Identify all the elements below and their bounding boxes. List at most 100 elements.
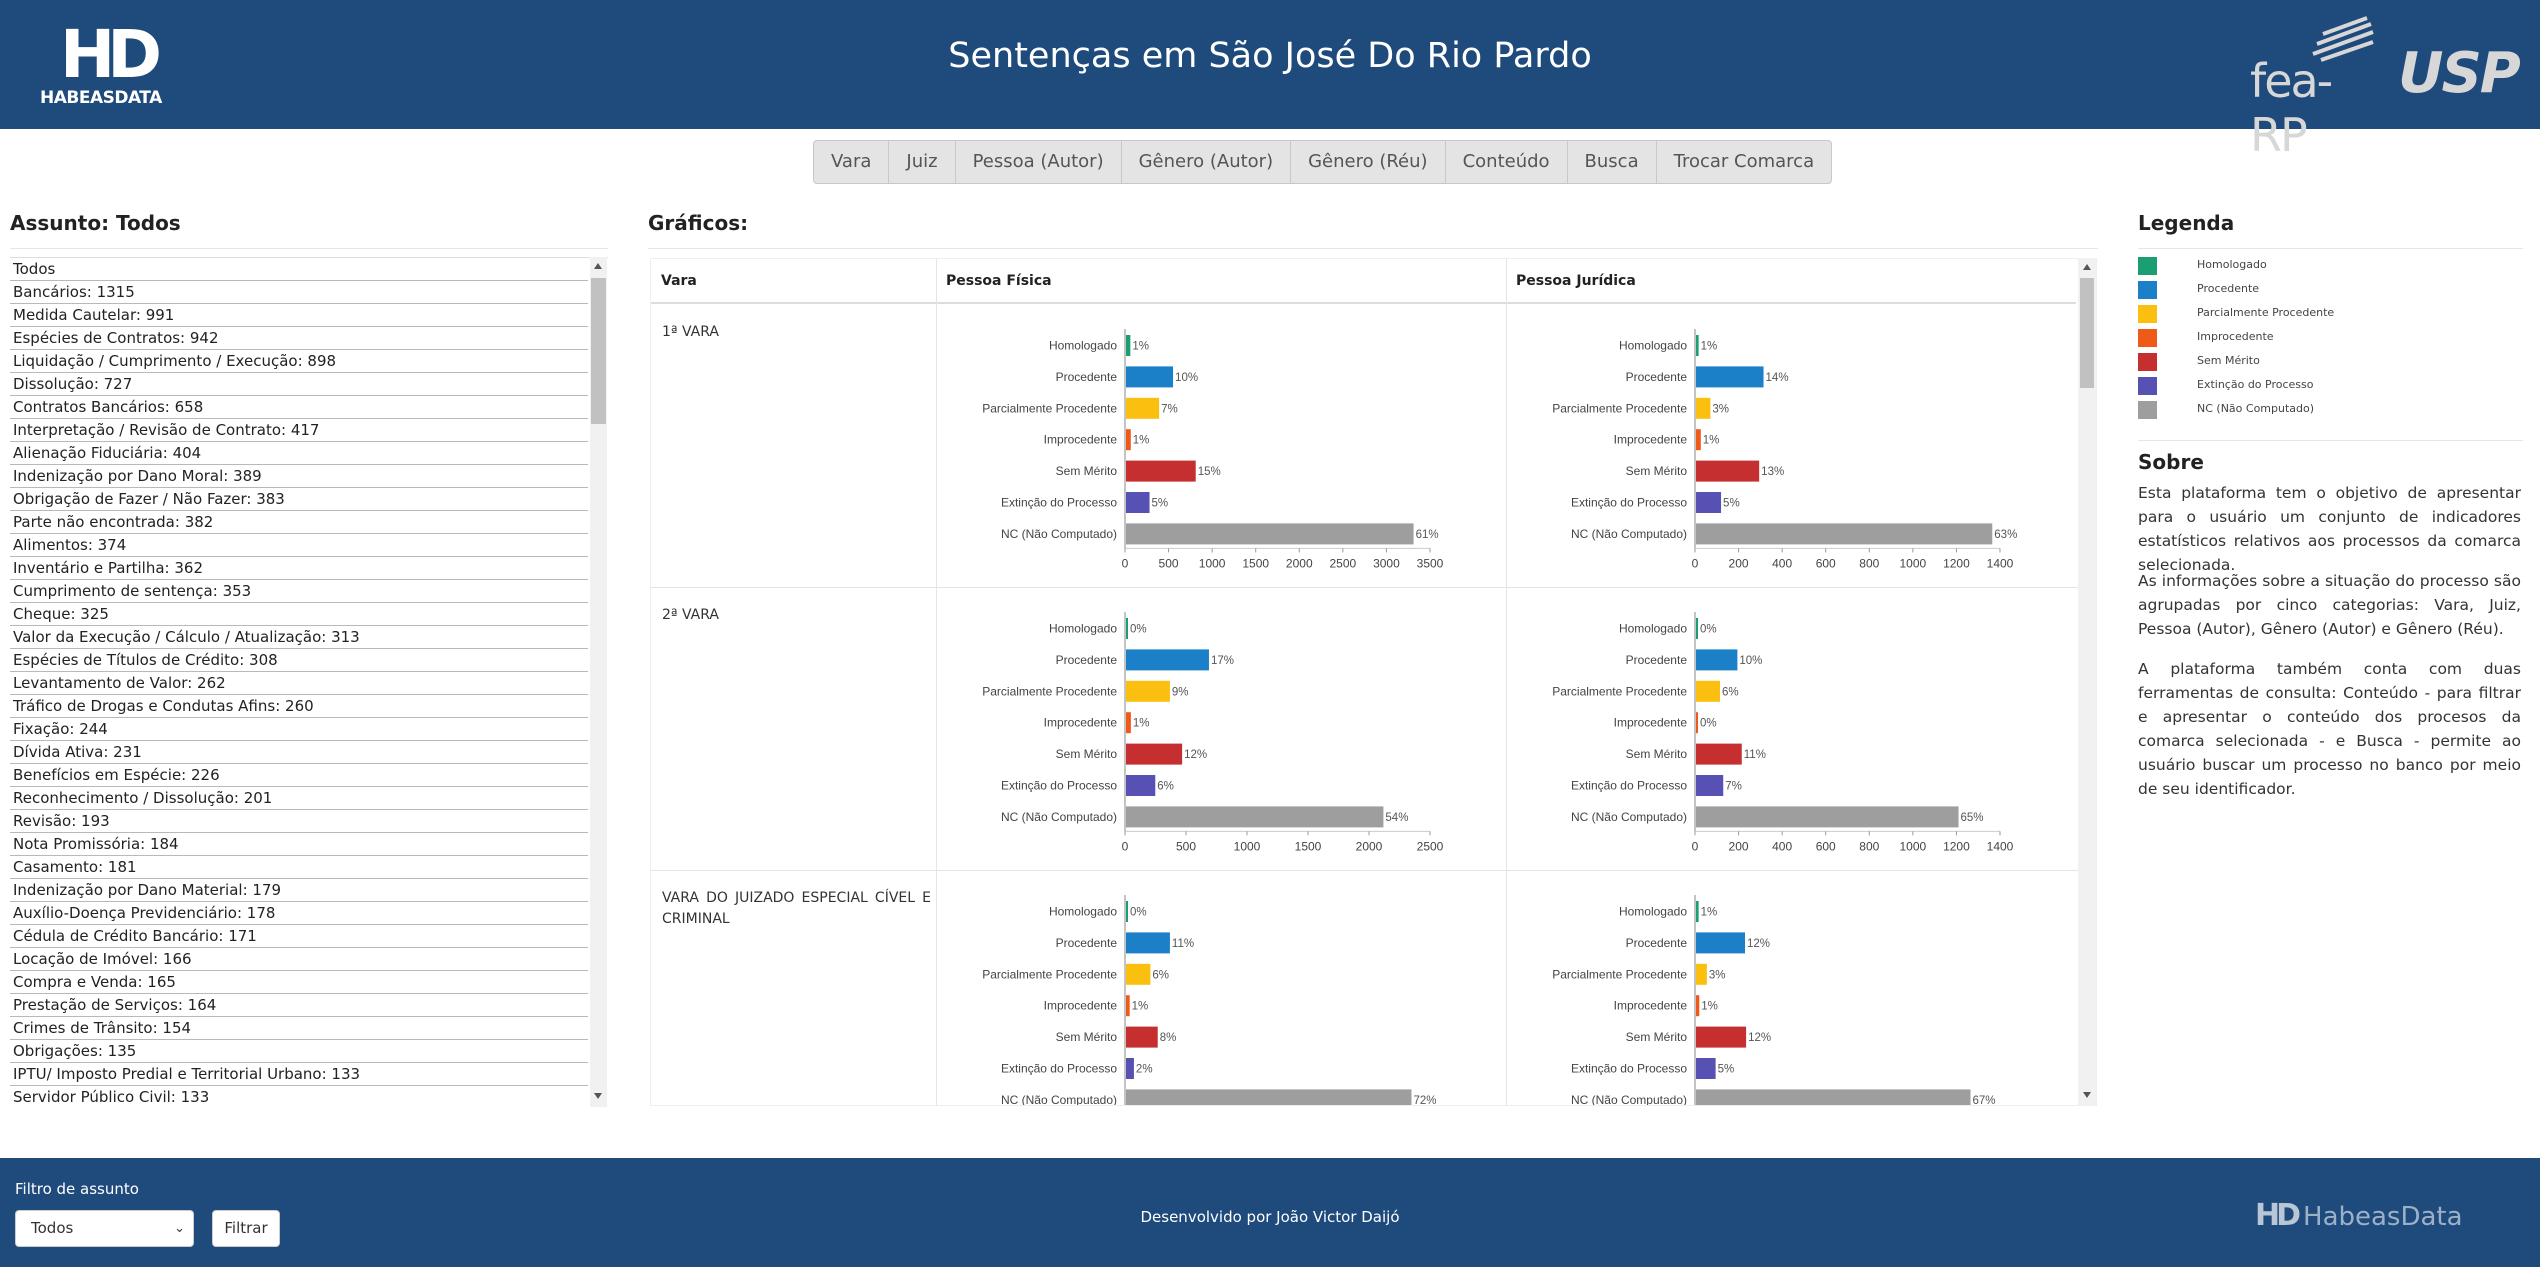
subject-list-item[interactable]: Compra e Venda: 165	[10, 971, 588, 994]
subject-list-item[interactable]: Locação de Imóvel: 166	[10, 948, 588, 971]
subject-list-item[interactable]: Todos	[10, 258, 588, 281]
nav-juiz[interactable]: Juiz	[889, 141, 956, 183]
subject-list-item[interactable]: Crimes de Trânsito: 154	[10, 1017, 588, 1040]
subject-list-item[interactable]: Tráfico de Drogas e Condutas Afins: 260	[10, 695, 588, 718]
bar[interactable]	[1696, 995, 1700, 1017]
bar[interactable]	[1696, 366, 1764, 388]
nav-busca[interactable]: Busca	[1568, 141, 1657, 183]
bar[interactable]	[1696, 523, 1993, 545]
subject-list-item[interactable]: Casamento: 181	[10, 856, 588, 879]
bar[interactable]	[1696, 743, 1742, 765]
subject-list-item[interactable]: IPTU/ Imposto Predial e Territorial Urba…	[10, 1063, 588, 1086]
subject-list-scroll-thumb[interactable]	[591, 278, 606, 424]
nav-trocar-comarca[interactable]: Trocar Comarca	[1657, 141, 1832, 183]
bar[interactable]	[1696, 335, 1699, 356]
bar[interactable]	[1126, 429, 1131, 451]
bar[interactable]	[1696, 1026, 1747, 1048]
nav-genero-reu[interactable]: Gênero (Réu)	[1291, 141, 1446, 183]
nav-conteudo[interactable]: Conteúdo	[1446, 141, 1568, 183]
category-label: NC (Não Computado)	[1001, 527, 1117, 541]
subject-list-item[interactable]: Servidor Público Civil: 133	[10, 1086, 588, 1107]
bar[interactable]	[1126, 995, 1130, 1017]
bar[interactable]	[1696, 429, 1701, 451]
category-label: Sem Mérito	[1626, 747, 1688, 761]
bar[interactable]	[1126, 492, 1150, 513]
subject-list-item[interactable]: Bancários: 1315	[10, 281, 588, 304]
bar[interactable]	[1696, 963, 1707, 985]
graphs-scrollbar[interactable]	[2078, 258, 2096, 1106]
bar[interactable]	[1126, 397, 1160, 419]
subject-list-item[interactable]: Prestação de Serviços: 164	[10, 994, 588, 1017]
bar[interactable]	[1126, 932, 1170, 954]
bar[interactable]	[1696, 680, 1720, 702]
subject-list-item[interactable]: Dissolução: 727	[10, 373, 588, 396]
bar[interactable]	[1126, 775, 1156, 796]
bar[interactable]	[1126, 901, 1128, 922]
bar[interactable]	[1696, 901, 1699, 922]
bar[interactable]	[1126, 680, 1170, 702]
subject-list-item[interactable]: Medida Cautelar: 991	[10, 304, 588, 327]
bar[interactable]	[1126, 335, 1131, 356]
subject-list-item[interactable]: Cheque: 325	[10, 603, 588, 626]
scroll-down-icon[interactable]	[594, 1093, 602, 1099]
subject-list-item[interactable]: Dívida Ativa: 231	[10, 741, 588, 764]
subject-list-item[interactable]: Levantamento de Valor: 262	[10, 672, 588, 695]
bar[interactable]	[1126, 523, 1414, 545]
scroll-up-icon[interactable]	[2083, 264, 2091, 270]
bar[interactable]	[1126, 743, 1183, 765]
nav-pessoa-autor[interactable]: Pessoa (Autor)	[956, 141, 1122, 183]
bar[interactable]	[1696, 1058, 1716, 1079]
bar[interactable]	[1126, 366, 1174, 388]
bar[interactable]	[1126, 963, 1151, 985]
bar[interactable]	[1696, 806, 1959, 828]
bar[interactable]	[1126, 806, 1384, 828]
subject-list-item[interactable]: Interpretação / Revisão de Contrato: 417	[10, 419, 588, 442]
bar[interactable]	[1696, 712, 1698, 734]
graphs-table[interactable]: Vara Pessoa Física Pessoa Jurídica 1ª VA…	[650, 258, 2097, 1106]
category-label: Homologado	[1049, 339, 1117, 353]
subject-list-item[interactable]: Revisão: 193	[10, 810, 588, 833]
bar[interactable]	[1126, 1058, 1134, 1079]
graphs-scroll-thumb[interactable]	[2080, 278, 2094, 388]
subject-list-item[interactable]: Espécies de Contratos: 942	[10, 327, 588, 350]
subject-list-item[interactable]: Parte não encontrada: 382	[10, 511, 588, 534]
subject-list-item[interactable]: Obrigação de Fazer / Não Fazer: 383	[10, 488, 588, 511]
subject-list-item[interactable]: Espécies de Títulos de Crédito: 308	[10, 649, 588, 672]
subject-list-item[interactable]: Contratos Bancários: 658	[10, 396, 588, 419]
bar[interactable]	[1696, 1089, 1971, 1106]
bar[interactable]	[1696, 397, 1711, 419]
nav-genero-autor[interactable]: Gênero (Autor)	[1122, 141, 1292, 183]
subject-list-item[interactable]: Auxílio-Doença Previdenciário: 178	[10, 902, 588, 925]
bar[interactable]	[1696, 649, 1738, 671]
bar[interactable]	[1696, 932, 1746, 954]
subject-list-item[interactable]: Nota Promissória: 184	[10, 833, 588, 856]
subject-list-item[interactable]: Alienação Fiduciária: 404	[10, 442, 588, 465]
nav-vara[interactable]: Vara	[814, 141, 890, 183]
bar[interactable]	[1126, 712, 1131, 734]
subject-list-scrollbar[interactable]	[590, 257, 607, 1107]
subject-list-item[interactable]: Valor da Execução / Cálculo / Atualizaçã…	[10, 626, 588, 649]
bar[interactable]	[1126, 649, 1209, 671]
subject-list-item[interactable]: Reconhecimento / Dissolução: 201	[10, 787, 588, 810]
subject-list-item[interactable]: Inventário e Partilha: 362	[10, 557, 588, 580]
bar[interactable]	[1126, 1089, 1412, 1106]
subject-list-item[interactable]: Indenização por Dano Moral: 389	[10, 465, 588, 488]
bar[interactable]	[1126, 618, 1128, 639]
bar[interactable]	[1696, 492, 1722, 513]
subject-list-item[interactable]: Cumprimento de sentença: 353	[10, 580, 588, 603]
bar[interactable]	[1126, 460, 1196, 482]
subject-list-item[interactable]: Indenização por Dano Material: 179	[10, 879, 588, 902]
subject-list-item[interactable]: Fixação: 244	[10, 718, 588, 741]
scroll-up-icon[interactable]	[594, 263, 602, 269]
subject-list[interactable]: Todos Bancários: 1315 Medida Cautelar: 991…	[10, 257, 608, 1107]
subject-list-item[interactable]: Obrigações: 135	[10, 1040, 588, 1063]
subject-list-item[interactable]: Cédula de Crédito Bancário: 171	[10, 925, 588, 948]
bar[interactable]	[1696, 618, 1698, 639]
bar[interactable]	[1696, 775, 1724, 796]
bar[interactable]	[1126, 1026, 1158, 1048]
bar[interactable]	[1696, 460, 1760, 482]
scroll-down-icon[interactable]	[2083, 1092, 2091, 1098]
subject-list-item[interactable]: Alimentos: 374	[10, 534, 588, 557]
subject-list-item[interactable]: Liquidação / Cumprimento / Execução: 898	[10, 350, 588, 373]
subject-list-item[interactable]: Benefícios em Espécie: 226	[10, 764, 588, 787]
